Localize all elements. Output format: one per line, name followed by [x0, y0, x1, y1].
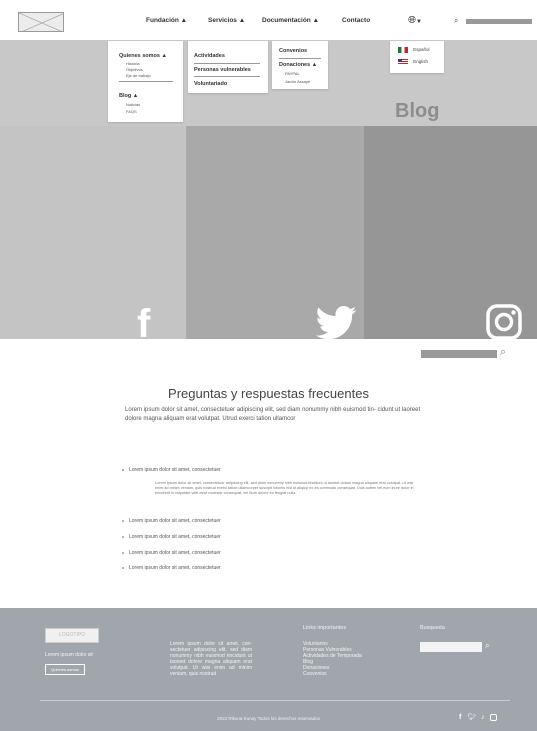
lang-option-es-label: Español — [413, 47, 430, 53]
bullet-icon — [122, 468, 124, 471]
divider — [194, 63, 260, 64]
navbar: Fundación ▲ Servicios ▲ Documentación ▲ … — [0, 0, 537, 40]
caret-up-icon: ▲ — [312, 17, 320, 24]
search-icon[interactable]: ⌕ — [485, 641, 489, 651]
menu-faqs[interactable]: FAQS — [126, 109, 137, 114]
menu-quienes-somos[interactable]: Quienes somos ▲ — [119, 53, 167, 59]
faq-question-5[interactable]: Lorem ipsum dolor sit amet, consectetuer — [122, 565, 221, 571]
nav-contacto[interactable]: Contacto — [342, 17, 370, 24]
nav-contacto-label: Contacto — [342, 17, 371, 24]
divider — [279, 58, 321, 59]
divider — [119, 81, 173, 82]
copyright: 2022 Rikuna Kunay Todos los derechos res… — [217, 716, 320, 721]
menu-objetivos[interactable]: Objetivos — [126, 67, 143, 72]
footer-social: f 🐦︎ ♪ — [459, 713, 497, 721]
lang-option-en[interactable]: English — [398, 59, 428, 65]
fundacion-dropdown: Quienes somos ▲ Historia Objetivos Eje d… — [108, 41, 183, 122]
lang-option-en-label: English — [413, 59, 429, 65]
logo-placeholder-icon — [19, 13, 63, 31]
nav-fundacion[interactable]: Fundación ▲ — [146, 17, 187, 24]
faq-question-4[interactable]: Lorem ipsum dolor sit amet, consectetuer — [122, 550, 221, 556]
mexico-flag-icon — [398, 47, 408, 53]
faq-question-3-label: Lorem ipsum dolor sit amet, consectetuer — [129, 534, 221, 540]
footer-search-title: Busqueda — [420, 625, 445, 631]
menu-donaciones-label: Donaciones — [279, 62, 311, 68]
nav-servicios-label: Servicios — [208, 17, 237, 24]
documentacion-dropdown: Convenios Donaciones ▲ PAYPAL Jardín Ass… — [272, 41, 328, 89]
caret-up-icon: ▲ — [238, 17, 246, 24]
lang-option-es[interactable]: Español — [398, 47, 430, 53]
footer-links: Voluntarios Personas Vulnerables Activid… — [303, 641, 362, 677]
quienes-somos-button[interactable]: Quienes somos — [45, 664, 85, 675]
instagram-panel[interactable] — [364, 126, 537, 340]
menu-voluntariado[interactable]: Voluntariado — [194, 81, 227, 87]
language-selector[interactable]: 🌐︎▼ — [408, 15, 422, 26]
nav-fundacion-label: Fundación — [146, 17, 179, 24]
faq-question-3[interactable]: Lorem ipsum dolor sit amet, consectetuer — [122, 534, 221, 540]
bullet-icon — [122, 535, 124, 538]
caret-down-icon: ▼ — [416, 19, 422, 25]
facebook-icon[interactable]: f — [459, 714, 461, 721]
menu-donaciones[interactable]: Donaciones ▲ — [279, 62, 317, 68]
language-dropdown: Español English — [390, 41, 444, 73]
servicios-dropdown: Actividades Personas vulnerables Volunta… — [188, 41, 268, 93]
facebook-panel[interactable]: f — [0, 126, 186, 344]
menu-blog[interactable]: Blog ▲ — [119, 93, 138, 99]
hero-title: Blog — [395, 100, 440, 122]
menu-eje-trabajo[interactable]: Eje de trabajo — [126, 73, 151, 78]
nav-documentacion-label: Documentación — [262, 17, 311, 24]
footer-links-title: Links importantes — [303, 625, 347, 631]
footer-search-input[interactable] — [420, 642, 482, 652]
nav-documentacion[interactable]: Documentación ▲ — [262, 17, 319, 24]
menu-personas-vulnerables[interactable]: Personas vulnerables — [194, 67, 251, 73]
search-icon[interactable]: ⌕ — [500, 346, 506, 359]
divider — [194, 76, 260, 77]
twitter-panel[interactable] — [186, 126, 364, 340]
nav-servicios[interactable]: Servicios ▲ — [208, 17, 245, 24]
caret-up-icon: ▲ — [180, 17, 188, 24]
footer-divider — [40, 700, 510, 701]
menu-convenios[interactable]: Convenios — [279, 48, 307, 54]
globe-icon: 🌐︎ — [408, 15, 416, 26]
faq-question-2-label: Lorem ipsum dolor sit amet, consectetuer — [129, 518, 221, 524]
hero-banner — [0, 40, 537, 126]
menu-blog-label: Blog — [119, 93, 132, 99]
faq-question-5-label: Lorem ipsum dolor sit amet, consectetuer — [129, 565, 221, 571]
instagram-icon — [486, 304, 522, 346]
faq-search-input[interactable] — [421, 350, 497, 358]
search-icon[interactable]: ⌕ — [454, 16, 458, 26]
footer-tagline: Lorem ipsum dolor sit — [45, 652, 93, 658]
menu-quienes-somos-label: Quienes somos — [119, 53, 160, 59]
menu-noticias[interactable]: Noticias — [126, 102, 140, 107]
bullet-icon — [122, 566, 124, 569]
footer-link-convenios[interactable]: Convenios — [303, 671, 362, 677]
faq-title: Preguntas y respuestas frecuentes — [168, 386, 369, 401]
faq-question-2[interactable]: Lorem ipsum dolor sit amet, consectetuer — [122, 518, 221, 524]
faq-question-1-label: Lorem ipsum dolor sit amet, consectetuer — [129, 467, 221, 473]
twitter-icon[interactable]: 🐦︎ — [467, 714, 476, 721]
logo-placeholder[interactable] — [18, 12, 64, 32]
menu-paypal[interactable]: PAYPAL — [285, 71, 300, 76]
bullet-icon — [122, 551, 124, 554]
bullet-icon — [122, 519, 124, 522]
facebook-icon: f — [137, 302, 151, 346]
menu-actividades[interactable]: Actividades — [194, 53, 225, 59]
menu-jardin-assaye[interactable]: Jardín Assaye — [285, 79, 310, 84]
faq-question-1[interactable]: Lorem ipsum dolor sit amet, consectetuer — [122, 467, 221, 473]
faq-answer-1: Lorem ipsum dolor sit amet, consectetuer… — [155, 481, 414, 496]
usa-flag-icon — [398, 59, 408, 65]
search-input[interactable] — [466, 19, 532, 24]
faq-intro: Lorem ipsum dolor sit amet, consectetuer… — [125, 407, 421, 422]
twitter-icon — [314, 306, 358, 346]
menu-historia[interactable]: Historia — [126, 61, 140, 66]
faq-question-4-label: Lorem ipsum dolor sit amet, consectetuer — [129, 550, 221, 556]
footer-text: Lorem ipsum dolor sit amet, con- sectetu… — [170, 641, 252, 677]
instagram-icon[interactable] — [489, 713, 497, 721]
footer-logo[interactable]: LOGOTIPO — [45, 628, 99, 643]
tiktok-icon[interactable]: ♪ — [481, 714, 485, 721]
